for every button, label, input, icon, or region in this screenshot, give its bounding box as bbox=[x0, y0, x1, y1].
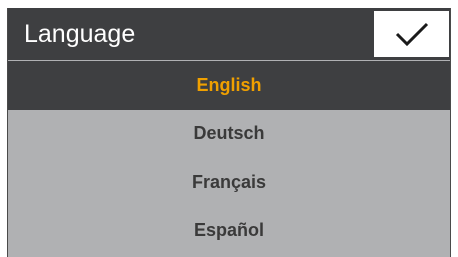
language-item-deutsch[interactable]: Deutsch bbox=[8, 110, 450, 159]
language-item-francais[interactable]: Français bbox=[8, 158, 450, 207]
language-label: Deutsch bbox=[193, 123, 265, 144]
language-label: Español bbox=[193, 220, 264, 241]
language-label: English bbox=[196, 74, 262, 95]
language-item-espanol[interactable]: Español bbox=[8, 207, 450, 256]
checkmark-icon bbox=[395, 22, 428, 47]
dialog-title: Language bbox=[24, 20, 136, 48]
language-dialog: Language English Deutsch Français Españo… bbox=[7, 8, 451, 257]
language-label: Français bbox=[191, 171, 267, 192]
confirm-button[interactable] bbox=[373, 10, 450, 58]
language-item-english[interactable]: English bbox=[8, 61, 450, 110]
language-list: English Deutsch Français Español bbox=[8, 61, 450, 255]
dialog-header: Language bbox=[8, 8, 450, 60]
